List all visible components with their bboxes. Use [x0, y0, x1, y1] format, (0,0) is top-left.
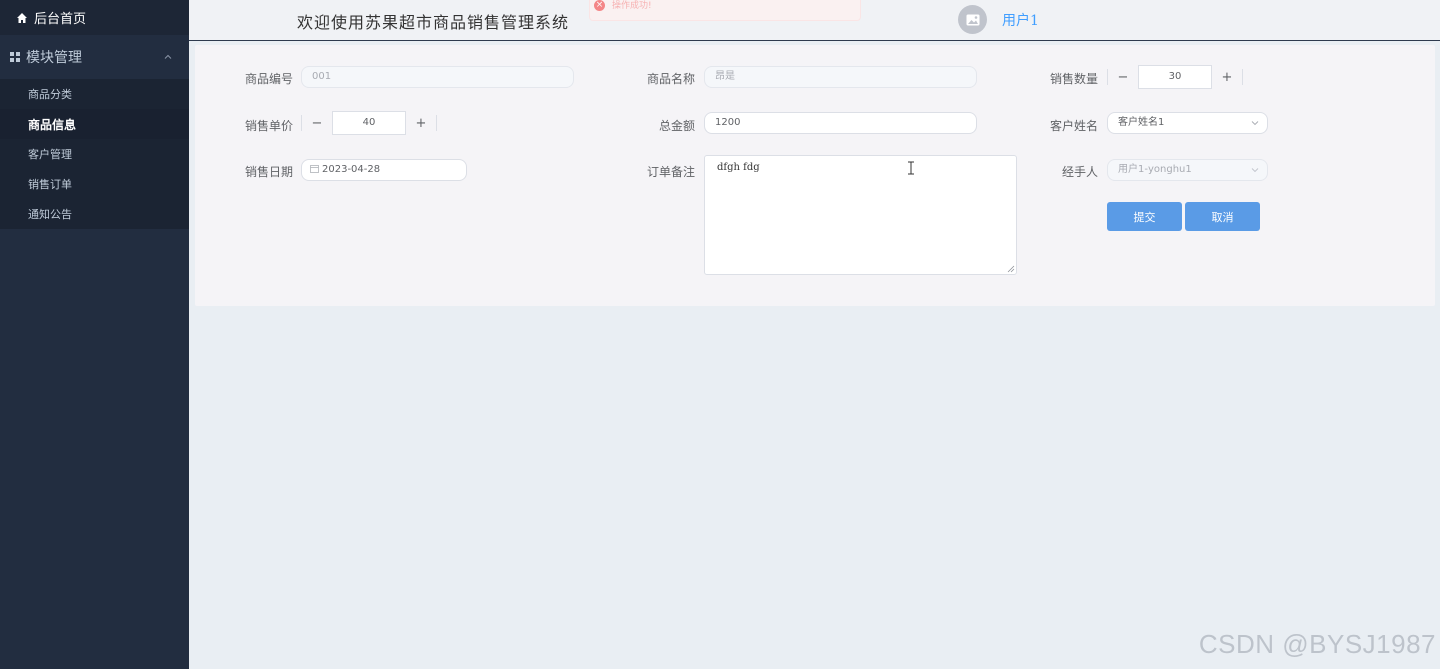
sale-qty-input[interactable]: 30 — [1138, 65, 1212, 89]
divider — [436, 115, 437, 131]
image-icon — [966, 14, 979, 25]
divider — [1242, 69, 1243, 85]
sidebar-group-label: 模块管理 — [26, 50, 82, 66]
username-link[interactable]: 用户1 — [1002, 10, 1039, 30]
remark-label: 订单备注 — [646, 165, 695, 179]
sidebar-item-home[interactable]: 后台首页 — [0, 0, 189, 35]
home-icon — [16, 12, 28, 24]
sidebar-item-label: 销售订单 — [28, 178, 72, 191]
handler-select-value: 用户1-yonghu1 — [1118, 164, 1192, 175]
unit-price-stepper[interactable]: − 40 + — [301, 111, 437, 135]
sidebar-item-label: 通知公告 — [28, 208, 72, 221]
total-label: 总金额 — [658, 119, 695, 133]
calendar-icon — [310, 165, 319, 173]
sale-date-picker[interactable]: 2023-04-28 — [301, 159, 467, 181]
product-name-label: 商品名称 — [646, 72, 695, 86]
sidebar-item-sales-order[interactable]: 销售订单 — [0, 169, 189, 199]
remark-text: dfgh fdg — [717, 162, 760, 173]
chevron-down-icon — [1251, 168, 1259, 173]
product-name-input[interactable]: 昂是 — [704, 66, 977, 88]
submit-button[interactable]: 提交 — [1107, 202, 1182, 231]
decrease-button[interactable]: − — [302, 112, 332, 134]
sale-qty-label: 销售数量 — [1049, 72, 1098, 86]
sidebar-submenu: 商品分类 商品信息 客户管理 销售订单 通知公告 — [0, 79, 189, 229]
sidebar-item-product-info[interactable]: 商品信息 — [0, 109, 189, 139]
customer-select[interactable]: 客户姓名1 — [1107, 112, 1268, 134]
sale-qty-stepper[interactable]: − 30 + — [1107, 65, 1243, 89]
toast-message: 操作成功! — [612, 1, 652, 11]
cancel-button[interactable]: 取消 — [1185, 202, 1260, 231]
chevron-down-icon — [1251, 121, 1259, 126]
customer-select-value: 客户姓名1 — [1118, 117, 1165, 128]
sidebar-item-label: 客户管理 — [28, 148, 72, 161]
avatar[interactable] — [958, 5, 987, 34]
remark-textarea[interactable]: dfgh fdg — [704, 155, 1017, 275]
top-header: 欢迎使用苏果超市商品销售管理系统 × 操作成功! 用户1 — [189, 0, 1440, 41]
text-cursor-icon — [908, 161, 914, 175]
increase-button[interactable]: + — [406, 112, 436, 134]
handler-label: 经手人 — [1061, 165, 1098, 179]
unit-price-label: 销售单价 — [244, 119, 293, 133]
sidebar-home-label: 后台首页 — [34, 12, 87, 27]
sidebar-item-label: 商品分类 — [28, 88, 72, 101]
chevron-up-icon — [164, 54, 172, 59]
sidebar-group-modules[interactable]: 模块管理 — [0, 35, 189, 79]
toast-icon: × — [594, 0, 605, 11]
product-no-label: 商品编号 — [244, 72, 293, 86]
sidebar: 后台首页 模块管理 商品分类 商品信息 客户管理 销售订单 通知公告 — [0, 0, 189, 669]
page-title: 欢迎使用苏果超市商品销售管理系统 — [297, 13, 570, 32]
product-no-input[interactable]: 001 — [301, 66, 574, 88]
increase-button[interactable]: + — [1212, 66, 1242, 88]
sidebar-item-notice[interactable]: 通知公告 — [0, 199, 189, 229]
sidebar-item-label: 商品信息 — [28, 117, 77, 132]
sidebar-item-customer[interactable]: 客户管理 — [0, 139, 189, 169]
decrease-button[interactable]: − — [1108, 66, 1138, 88]
form-panel: 商品编号 001 商品名称 昂是 销售数量 − 30 + 销售单价 − 40 +… — [195, 45, 1435, 306]
sale-date-label: 销售日期 — [244, 165, 293, 179]
customer-label: 客户姓名 — [1049, 119, 1098, 133]
success-toast: × 操作成功! — [589, 0, 861, 21]
sale-date-value: 2023-04-28 — [322, 164, 381, 175]
watermark: CSDN @BYSJ1987 — [1198, 629, 1436, 659]
unit-price-input[interactable]: 40 — [332, 111, 406, 135]
handler-select[interactable]: 用户1-yonghu1 — [1107, 159, 1268, 181]
grid-icon — [10, 52, 20, 62]
total-input[interactable]: 1200 — [704, 112, 977, 134]
sidebar-item-category[interactable]: 商品分类 — [0, 79, 189, 109]
resize-handle-icon[interactable] — [1007, 265, 1015, 273]
